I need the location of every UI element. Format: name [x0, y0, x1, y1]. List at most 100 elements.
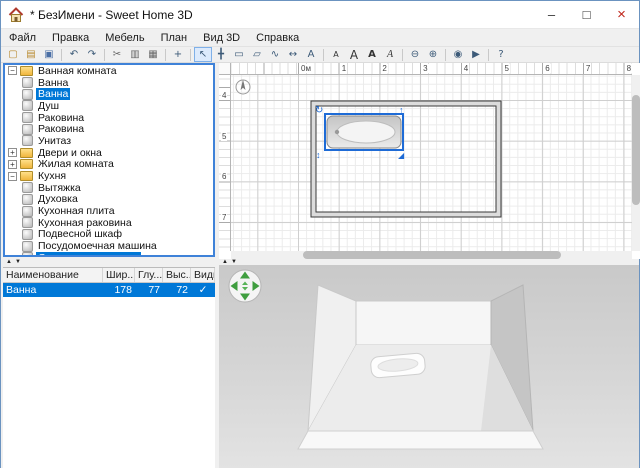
app-window: * БезИмени - Sweet Home 3D – □ × ФайлПра…	[0, 0, 640, 468]
toolbar-increase-text-size-button[interactable]: A	[345, 47, 363, 62]
tree-item-row[interactable]: Подвесной шкаф	[5, 229, 213, 241]
toolbar-create-dimensions-button[interactable]: ↔	[284, 47, 302, 62]
catalog-list-splitter[interactable]: ▲ ▼	[3, 257, 215, 267]
toolbar-new-button[interactable]: ▢	[4, 47, 22, 62]
furniture-row[interactable]: Ванна1787772✓	[3, 283, 215, 297]
toolbar-create-walls-button[interactable]: ▭	[230, 47, 248, 62]
toolbar-decrease-text-size-button[interactable]: A	[327, 47, 345, 62]
tree-item-label: Ванна	[36, 77, 70, 89]
collapse-down-icon[interactable]: ▼	[15, 259, 21, 265]
ruler-label: 1	[341, 64, 347, 73]
tree-item-row[interactable]: Духовка	[5, 194, 213, 206]
catalog-tree: −Ванная комнатаВаннаВаннаДушРаковинаРако…	[5, 65, 213, 257]
expand-node-icon[interactable]: +	[8, 160, 17, 169]
toolbar-italic-button[interactable]: A	[381, 47, 399, 62]
tree-item-row[interactable]: Раковина	[5, 112, 213, 124]
toolbar-create-video-button[interactable]: ▶	[467, 47, 485, 62]
toilet-icon	[22, 135, 33, 146]
cell-name: Ванна	[3, 283, 103, 297]
tree-item-row[interactable]: Унитаз	[5, 135, 213, 147]
height-indicator-icon[interactable]: ↕	[316, 150, 321, 160]
cell-height: 72	[163, 283, 191, 297]
tree-item-row[interactable]: Вытяжка	[5, 182, 213, 194]
plan-horizontal-scrollbar[interactable]	[231, 251, 632, 259]
close-button[interactable]: ×	[604, 1, 639, 29]
toolbar-separator	[61, 49, 62, 61]
menu-file[interactable]: Файл	[1, 31, 44, 45]
column-header[interactable]: Видим...	[191, 268, 215, 282]
toolbar-cut-button[interactable]: ✂	[108, 47, 126, 62]
title-bar[interactable]: * БезИмени - Sweet Home 3D – □ ×	[1, 1, 639, 29]
column-header[interactable]: Наименование	[3, 268, 103, 282]
toolbar-copy-button[interactable]: ▥	[126, 47, 144, 62]
scrollbar-thumb[interactable]	[632, 95, 640, 205]
toolbar-add-texts-button[interactable]: A	[302, 47, 320, 62]
furniture-catalog-panel[interactable]: −Ванная комнатаВаннаВаннаДушРаковинаРако…	[3, 63, 215, 257]
toolbar-pan-button[interactable]: ╋	[212, 47, 230, 62]
toolbar-save-button[interactable]: ▣	[40, 47, 58, 62]
toolbar-separator	[323, 49, 324, 61]
toolbar-separator	[190, 49, 191, 61]
toolbar-help-button[interactable]: ?	[492, 47, 510, 62]
menu-edit[interactable]: Правка	[44, 31, 97, 45]
tree-category-row[interactable]: +Двери и окна	[5, 147, 213, 159]
toolbar-open-button[interactable]: ▤	[22, 47, 40, 62]
elevation-indicator-icon[interactable]: ↑	[399, 105, 404, 115]
toolbar-add-furniture-button[interactable]: +	[169, 47, 187, 62]
collapse-up-icon[interactable]: ▲	[6, 259, 12, 265]
tree-item-row[interactable]: Посудомоечная машина	[5, 240, 213, 252]
minimize-button[interactable]: –	[534, 1, 569, 29]
folder-icon	[20, 159, 33, 169]
toolbar-create-photo-button[interactable]: ◉	[449, 47, 467, 62]
toolbar-create-polylines-button[interactable]: ∿	[266, 47, 284, 62]
shower-icon	[22, 100, 33, 111]
toolbar-separator	[402, 49, 403, 61]
column-header[interactable]: Глу...	[135, 268, 163, 282]
menu-help[interactable]: Справка	[248, 31, 307, 45]
sink-icon	[22, 112, 33, 123]
plan-vertical-scrollbar[interactable]	[632, 75, 640, 251]
menu-furniture[interactable]: Мебель	[97, 31, 152, 45]
plan-canvas[interactable]: ↻ ↑ ↕ ◢	[231, 75, 632, 251]
toolbar-paste-button[interactable]: ▦	[144, 47, 162, 62]
furniture-list-panel[interactable]: НаименованиеШир...Глу...Выс...Видим... В…	[3, 267, 215, 468]
main-toolbar: ▢▤▣↶↷✂▥▦+↖╋▭▱∿↔AAAAA⊖⊕◉▶?	[1, 47, 639, 63]
tree-item-row[interactable]: Раковина	[5, 123, 213, 135]
view3d-panel[interactable]	[219, 265, 639, 468]
wall-cabinet-icon	[22, 229, 33, 240]
toolbar-zoom-in-button[interactable]: ⊕	[424, 47, 442, 62]
toolbar-zoom-out-button[interactable]: ⊖	[406, 47, 424, 62]
column-header[interactable]: Выс...	[163, 268, 191, 282]
tree-item-row[interactable]: Ванна	[5, 77, 213, 89]
expand-node-icon[interactable]: +	[8, 148, 17, 157]
tree-item-row[interactable]: Душ	[5, 100, 213, 112]
maximize-button[interactable]: □	[569, 1, 604, 29]
resize-indicator-icon[interactable]: ◢	[398, 151, 405, 160]
collapse-node-icon[interactable]: −	[8, 66, 17, 75]
collapse-node-icon[interactable]: −	[8, 172, 17, 181]
scrollbar-thumb[interactable]	[303, 251, 561, 259]
toolbar-redo-button[interactable]: ↷	[83, 47, 101, 62]
tree-category-row[interactable]: −Ванная комната	[5, 65, 213, 77]
menu-plan[interactable]: План	[153, 31, 196, 45]
ruler-label: 5	[221, 132, 227, 141]
toolbar-create-rooms-button[interactable]: ▱	[248, 47, 266, 62]
tree-item-label: Ванна	[36, 88, 70, 100]
bathtub-plan-item[interactable]	[327, 116, 401, 148]
column-header[interactable]: Шир...	[103, 268, 135, 282]
tree-item-row[interactable]: Кухонная раковина	[5, 217, 213, 229]
tree-category-row[interactable]: +Жилая комната	[5, 159, 213, 171]
rotate-indicator-icon[interactable]: ↻	[315, 105, 323, 116]
plan-compass[interactable]	[236, 80, 250, 95]
toolbar-undo-button[interactable]: ↶	[65, 47, 83, 62]
tree-item-row[interactable]: Кухонная плита	[5, 205, 213, 217]
toolbar-separator	[445, 49, 446, 61]
vertical-ruler: 4567	[219, 75, 231, 251]
toolbar-select-button[interactable]: ↖	[194, 47, 212, 62]
tree-item-row[interactable]: Ванна	[5, 88, 213, 100]
visible-checkbox[interactable]: ✓	[191, 283, 215, 297]
toolbar-bold-button[interactable]: A	[363, 47, 381, 62]
menu-view3d[interactable]: Вид 3D	[195, 31, 248, 45]
tree-category-row[interactable]: −Кухня	[5, 170, 213, 182]
view3d-navigation-compass[interactable]	[227, 268, 263, 304]
